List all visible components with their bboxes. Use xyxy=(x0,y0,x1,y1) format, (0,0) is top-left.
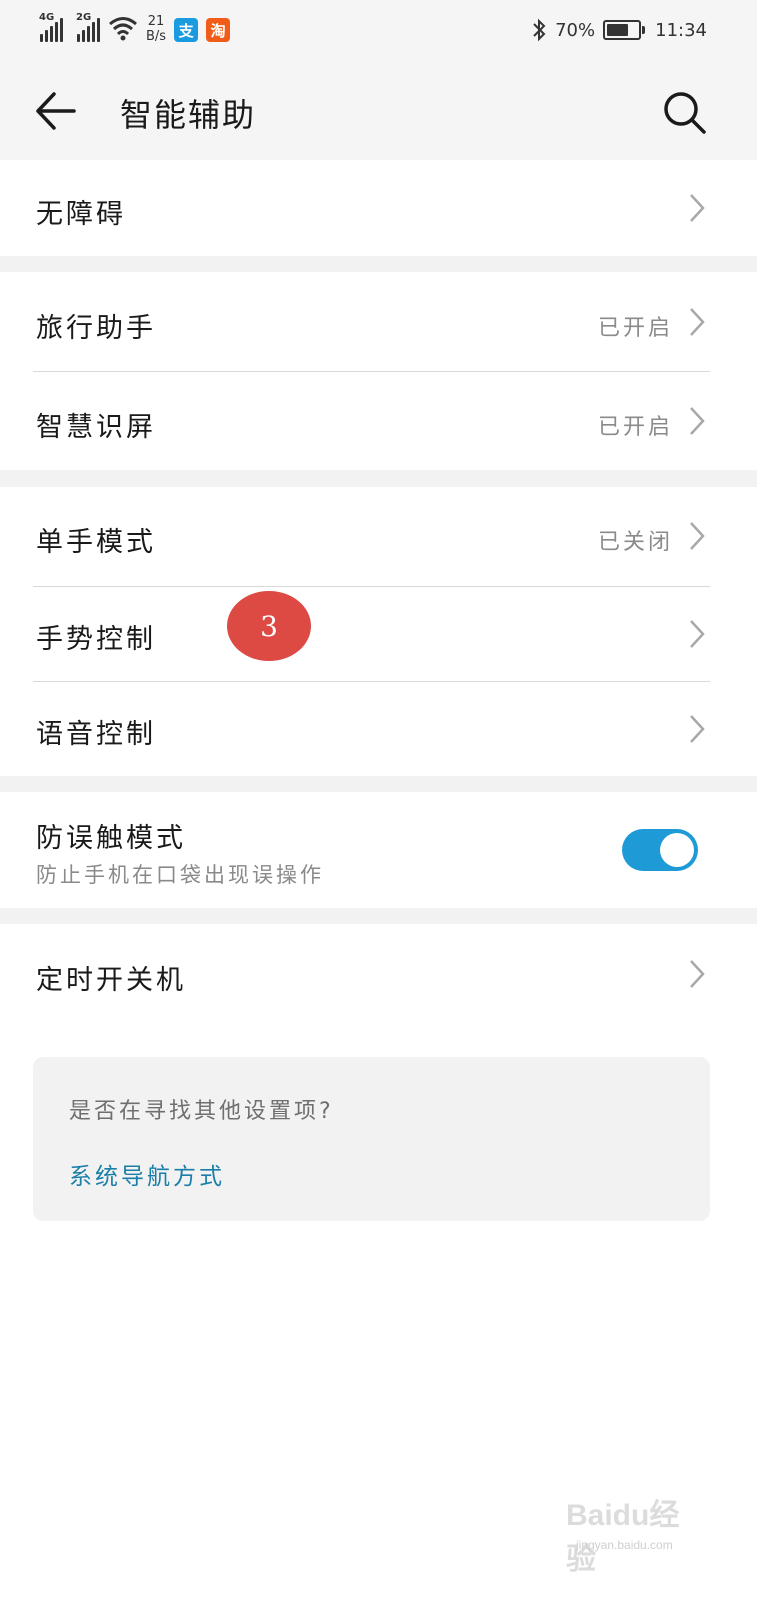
setting-label: 手势控制 xyxy=(36,624,156,655)
setting-label: 语音控制 xyxy=(36,719,156,750)
pocket-mode-toggle[interactable] xyxy=(622,829,698,871)
setting-row-gesture-control[interactable]: 手势控制 xyxy=(0,587,757,681)
search-icon[interactable] xyxy=(660,88,708,136)
section-gap xyxy=(0,776,757,792)
network-speed-unit: B/s xyxy=(146,29,167,44)
setting-description: 防止手机在口袋出现误操作 xyxy=(36,863,324,887)
suggestion-question: 是否在寻找其他设置项? xyxy=(69,1099,334,1124)
network-speed-value: 21 xyxy=(147,14,165,29)
chevron-right-icon xyxy=(690,715,705,743)
setting-row-scheduled-power[interactable]: 定时开关机 xyxy=(0,924,757,1024)
status-bar-right: 70% 11:34 xyxy=(531,18,707,42)
battery-percent: 70% xyxy=(555,19,596,41)
suggestion-card: 是否在寻找其他设置项? 系统导航方式 xyxy=(33,1057,710,1221)
watermark-url: jingyan.baidu.com xyxy=(576,1538,673,1552)
setting-label: 智慧识屏 xyxy=(36,412,156,443)
setting-row-one-hand-mode[interactable]: 单手模式 已关闭 xyxy=(0,487,757,586)
clock: 11:34 xyxy=(655,19,707,41)
setting-status: 已开启 xyxy=(597,415,673,440)
taobao-icon: 淘 xyxy=(206,18,231,42)
annotation-badge: 3 xyxy=(227,591,311,661)
setting-row-voice-control[interactable]: 语音控制 xyxy=(0,682,757,776)
setting-label: 无障碍 xyxy=(36,199,126,230)
wifi-icon xyxy=(109,17,137,41)
setting-row-accessibility[interactable]: 无障碍 xyxy=(0,160,757,256)
system-navigation-link[interactable]: 系统导航方式 xyxy=(69,1157,225,1191)
setting-label: 定时开关机 xyxy=(36,965,186,996)
signal-icon-sim2: 2G xyxy=(76,12,100,42)
section-gap xyxy=(0,256,757,272)
chevron-right-icon xyxy=(690,960,705,988)
title-bar: 智能辅助 xyxy=(0,62,757,160)
setting-row-smart-screen[interactable]: 智慧识屏 已开启 xyxy=(0,372,757,470)
network-type-2: 2G xyxy=(76,12,92,23)
network-speed: 21 B/s xyxy=(146,14,166,44)
bluetooth-icon xyxy=(533,18,546,42)
chevron-right-icon xyxy=(690,620,705,648)
setting-label: 防误触模式 xyxy=(36,823,186,854)
toggle-knob xyxy=(660,833,694,867)
setting-row-travel-assistant[interactable]: 旅行助手 已开启 xyxy=(0,272,757,371)
section-gap xyxy=(0,908,757,924)
chevron-right-icon xyxy=(690,308,705,336)
status-bar: 4G 2G 21 B/s 支 淘 70% 11:34 xyxy=(0,0,757,62)
baidu-watermark: Baidu经验 jingyan.baidu.com xyxy=(566,1490,706,1576)
setting-label: 旅行助手 xyxy=(36,313,156,344)
page-title: 智能辅助 xyxy=(120,96,257,134)
chevron-right-icon xyxy=(690,194,705,222)
section-gap xyxy=(0,470,757,487)
arrow-left-icon[interactable] xyxy=(30,88,80,134)
setting-status: 已开启 xyxy=(597,316,673,341)
chevron-right-icon xyxy=(690,522,705,550)
signal-icon-sim1: 4G xyxy=(39,12,69,42)
battery-level xyxy=(607,24,629,36)
setting-row-pocket-mode: 防误触模式 防止手机在口袋出现误操作 xyxy=(0,792,757,908)
alipay-icon: 支 xyxy=(174,18,199,42)
battery-icon xyxy=(603,20,646,40)
setting-label: 单手模式 xyxy=(36,527,156,558)
network-type-1: 4G xyxy=(39,12,55,23)
status-bar-left: 4G 2G 21 B/s 支 淘 xyxy=(39,12,231,44)
watermark-logo: Baidu经验 xyxy=(566,1499,680,1576)
chevron-right-icon xyxy=(690,407,705,435)
setting-status: 已关闭 xyxy=(597,530,673,555)
